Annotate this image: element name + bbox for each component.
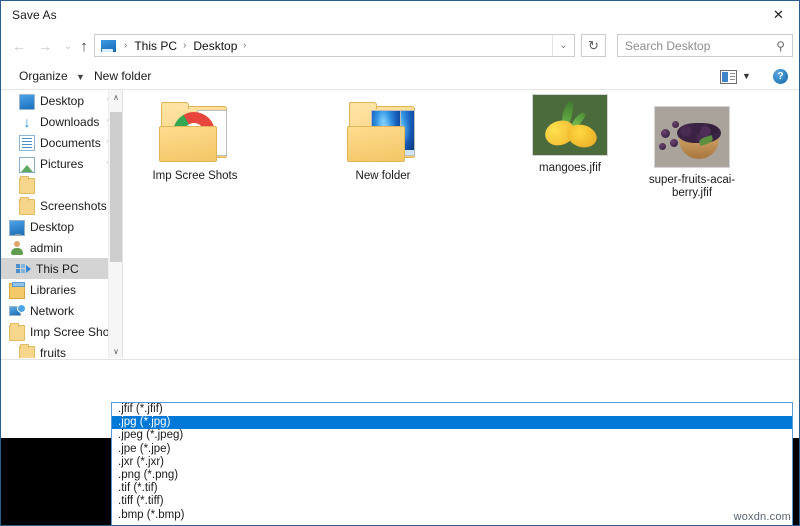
back-icon[interactable]: ← [10, 37, 28, 55]
sidebar-item-libraries[interactable]: Libraries [1, 279, 122, 300]
dropdown-option[interactable]: .jfif (*.jfif) [112, 403, 792, 416]
sidebar-item-label: Downloads [40, 114, 100, 129]
chevron-down-icon[interactable]: ▼ [742, 71, 751, 81]
chevron-down-icon[interactable]: ⌄ [552, 35, 574, 56]
scroll-up-icon[interactable]: ∧ [109, 90, 122, 104]
sidebar-item-label: Desktop [30, 219, 75, 234]
refresh-icon[interactable]: ↻ [581, 34, 606, 57]
search-input[interactable]: Search Desktop ⚲ [617, 34, 793, 57]
organize-button[interactable]: Organize ▼ [15, 68, 89, 84]
folder-icon [19, 197, 35, 215]
sidebar-item-admin[interactable]: admin [1, 237, 122, 258]
address-bar[interactable]: › This PC › Desktop › ⌄ [94, 34, 575, 57]
list-item[interactable]: New folder [318, 102, 448, 183]
folder-icon [157, 102, 233, 164]
desktop-icon [19, 93, 35, 110]
breadcrumb-desktop[interactable]: Desktop [191, 39, 239, 53]
chevron-down-icon: ▼ [76, 72, 85, 82]
this-pc-icon [100, 38, 117, 53]
backdrop-left [1, 438, 111, 525]
sidebar-item-desktop[interactable]: Desktop [1, 216, 122, 237]
navigation-bar: ← → ⌄ ↑ › This PC › Desktop › ⌄ ↻ Search… [1, 30, 799, 61]
up-one-level-icon[interactable]: ↑ [75, 37, 93, 55]
sidebar-item-desktop[interactable]: Desktop✐ [1, 90, 122, 111]
dropdown-option[interactable]: .jpe (*.jpe) [112, 443, 792, 456]
list-item-label: super-fruits-acai-berry.jfif [648, 174, 736, 199]
monitor-icon [9, 219, 25, 236]
file-list-pane[interactable]: Imp Scree Shots New folder mangoes.jfif [124, 90, 799, 358]
dropdown-option[interactable]: .bmp (*.bmp) [112, 509, 792, 522]
dropdown-option[interactable]: .tif (*.tif) [112, 482, 792, 495]
list-item-label: mangoes.jfif [538, 162, 601, 174]
search-placeholder: Search Desktop [625, 38, 711, 53]
list-item[interactable]: mangoes.jfif [505, 94, 635, 175]
sidebar-item-label: Pictures [40, 156, 84, 171]
download-icon: ↓ [23, 113, 31, 130]
search-icon: ⚲ [776, 38, 785, 53]
dropdown-option[interactable]: .jpeg (*.jpeg) [112, 429, 792, 442]
sidebar-item-unnamed[interactable] [1, 174, 122, 195]
documents-icon [19, 135, 35, 151]
sidebar-item-label: fruits [40, 345, 67, 359]
breadcrumb-this-pc[interactable]: This PC [132, 39, 179, 53]
list-item[interactable]: Imp Scree Shots [130, 102, 260, 183]
organize-label: Organize [19, 69, 68, 83]
folder-icon [19, 176, 35, 194]
image-thumbnail [532, 94, 608, 156]
breadcrumb-separator: › [183, 40, 187, 51]
dropdown-option[interactable]: .jxr (*.jxr) [112, 456, 792, 469]
sidebar-item-pictures[interactable]: Pictures✐ [1, 153, 122, 174]
sidebar-item-imp-scree-shots[interactable]: Imp Scree Shots [1, 321, 122, 342]
user-icon [9, 240, 25, 256]
scroll-down-icon[interactable]: ∨ [109, 344, 122, 358]
folder-icon [345, 102, 421, 164]
sidebar-item-this-pc[interactable]: This PC [1, 258, 122, 279]
save-as-dialog: Save As ✕ ← → ⌄ ↑ › This PC › Desktop › … [0, 0, 800, 526]
save-as-type-dropdown[interactable]: .jfif (*.jfif) .jpg (*.jpg) .jpeg (*.jpeg)… [111, 402, 793, 525]
backdrop-right [793, 438, 799, 525]
sidebar-item-label: Network [30, 303, 75, 318]
sidebar-item-downloads[interactable]: ↓Downloads✐ [1, 111, 122, 132]
sidebar-item-fruits[interactable]: fruits [1, 342, 122, 358]
sidebar-item-label: This PC [36, 261, 79, 276]
folder-icon [19, 344, 35, 358]
sidebar-item-label: Documents [40, 135, 101, 150]
breadcrumb-separator: › [124, 40, 128, 51]
navigation-pane-scrollbar[interactable]: ∧ ∨ [108, 90, 122, 358]
scrollbar-thumb[interactable] [110, 112, 122, 262]
dropdown-option[interactable]: .tiff (*.tiff) [112, 495, 792, 508]
help-icon[interactable]: ? [773, 69, 788, 84]
image-thumbnail [654, 106, 730, 168]
forward-icon[interactable]: → [36, 37, 54, 55]
new-folder-button[interactable]: New folder [90, 68, 155, 84]
navigation-pane: Desktop✐↓Downloads✐Documents✐Pictures✐Sc… [1, 90, 123, 358]
sidebar-item-label: admin [30, 240, 63, 255]
window-title: Save As [12, 8, 57, 22]
list-item[interactable]: super-fruits-acai-berry.jfif [627, 106, 757, 200]
this-pc-icon [15, 261, 31, 277]
sidebar-item-screenshots[interactable]: Screenshots [1, 195, 122, 216]
close-icon[interactable]: ✕ [756, 1, 799, 29]
sidebar-item-label: Libraries [30, 282, 77, 297]
sidebar-item-documents[interactable]: Documents✐ [1, 132, 122, 153]
sidebar-item-label: Desktop [40, 93, 85, 108]
breadcrumb-separator: › [243, 40, 247, 51]
network-icon [9, 303, 26, 319]
command-bar: Organize ▼ New folder ▼ ? [1, 63, 799, 90]
change-view-icon[interactable] [720, 70, 737, 84]
title-bar: Save As ✕ [1, 1, 799, 30]
list-item-label: Imp Scree Shots [152, 170, 238, 182]
pictures-icon [19, 156, 35, 173]
dropdown-option[interactable]: .jpg (*.jpg) [112, 416, 792, 430]
dropdown-option[interactable]: .png (*.png) [112, 469, 792, 482]
sidebar-item-label: Screenshots [40, 198, 107, 213]
libraries-icon [9, 282, 25, 299]
watermark: woxdn.com [733, 511, 791, 523]
list-item-label: New folder [355, 170, 411, 182]
sidebar-item-label: Imp Scree Shots [30, 324, 119, 339]
folder-icon [9, 323, 25, 341]
sidebar-item-network[interactable]: Network [1, 300, 122, 321]
